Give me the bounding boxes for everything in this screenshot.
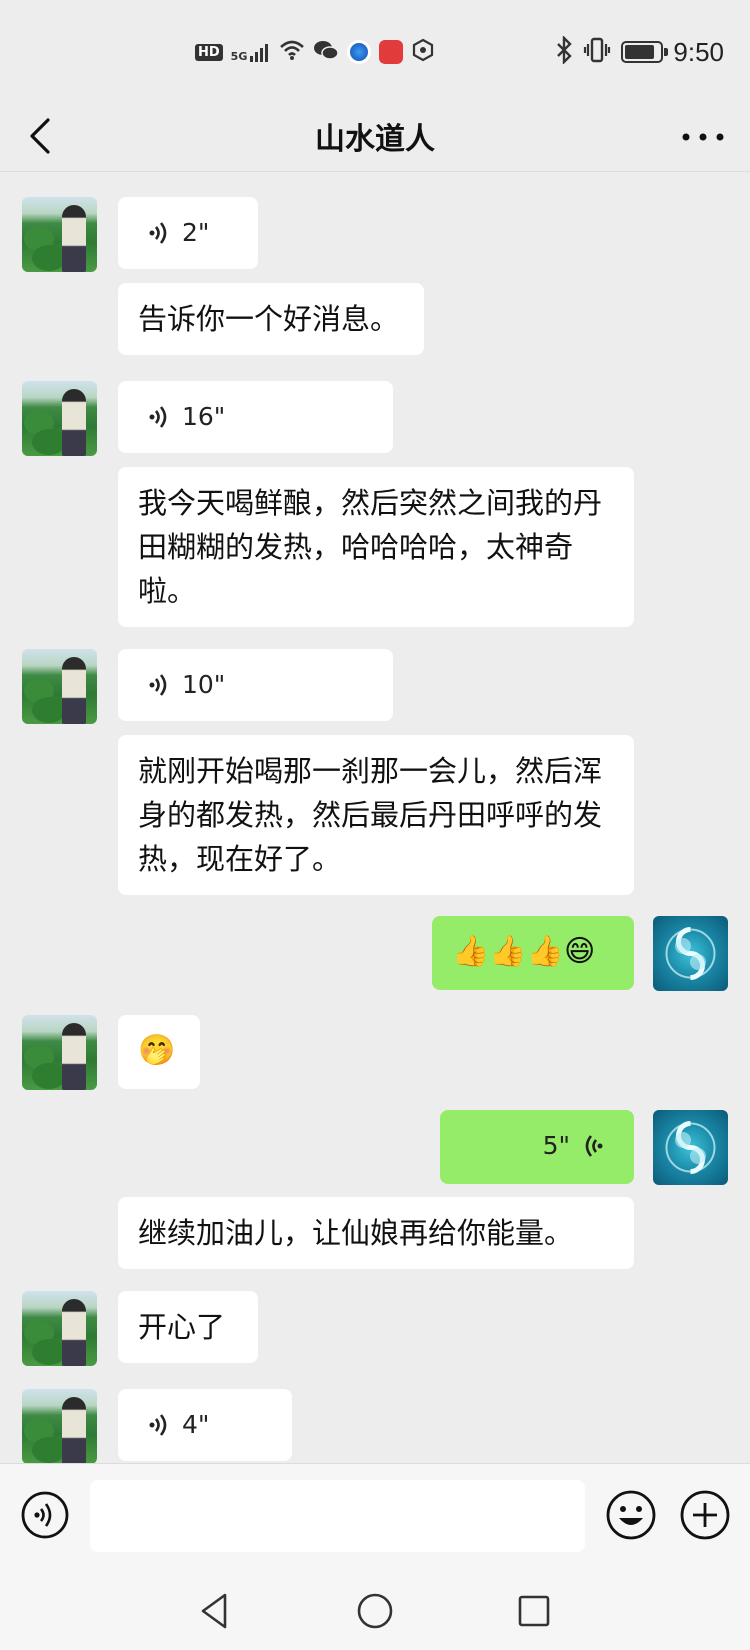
nav-back-button[interactable]: [193, 1589, 237, 1633]
voice-wave-icon: [149, 406, 167, 428]
more-dots-icon: [682, 133, 724, 141]
yin-yang-logo: [665, 1121, 716, 1174]
signal-5g-icon: 5G: [231, 42, 272, 62]
battery-icon: [621, 41, 669, 63]
contact-avatar[interactable]: [22, 381, 97, 456]
browser-app-icon: [347, 40, 372, 64]
shield-app-icon: [411, 38, 435, 66]
text-message[interactable]: 就刚开始喝那一刹那一会儿，然后浑身的都发热，然后最后丹田呼呼的发热，现在好了。: [118, 735, 634, 895]
nav-back-icon: [201, 1593, 227, 1629]
vibrate-icon: [583, 36, 611, 68]
status-bar: HD 5G 9:50: [0, 0, 750, 100]
wifi-icon: [279, 39, 305, 65]
voice-message[interactable]: 10": [118, 649, 393, 721]
voice-message[interactable]: 4": [118, 1389, 292, 1461]
text-message[interactable]: 开心了: [118, 1291, 258, 1363]
voice-message[interactable]: 16": [118, 381, 393, 453]
chat-header: 山水道人: [0, 100, 750, 172]
status-icons-left: HD 5G: [195, 38, 435, 66]
plus-icon: [680, 1490, 730, 1540]
text-message[interactable]: 我今天喝鲜酿，然后突然之间我的丹田糊糊的发热，哈哈哈哈，太神奇啦。: [118, 467, 634, 627]
system-nav-bar: [0, 1573, 750, 1650]
clock-time: 9:50: [673, 36, 724, 67]
contact-avatar[interactable]: [22, 1015, 97, 1090]
voice-wave-icon: [585, 1135, 603, 1157]
bluetooth-icon: [555, 35, 573, 68]
voice-duration: 10": [182, 670, 226, 699]
voice-message[interactable]: 2": [118, 197, 258, 269]
voice-duration: 16": [182, 402, 226, 431]
yin-yang-logo: [665, 927, 716, 980]
nav-recent-icon: [518, 1595, 550, 1627]
more-functions-button[interactable]: [678, 1488, 732, 1542]
emoji-text: 👍👍👍😄: [452, 934, 596, 969]
my-avatar[interactable]: [653, 916, 728, 991]
message-text: 就刚开始喝那一刹那一会儿，然后浑身的都发热，然后最后丹田呼呼的发热，现在好了。: [138, 754, 603, 876]
contact-avatar[interactable]: [22, 649, 97, 724]
wechat-icon: [313, 39, 340, 65]
voice-duration: 5": [542, 1131, 570, 1160]
my-avatar[interactable]: [653, 1110, 728, 1185]
sent-voice-message[interactable]: 5": [440, 1110, 634, 1184]
battery-level: [625, 45, 655, 59]
voice-mode-button[interactable]: [20, 1490, 70, 1540]
voice-duration: 2": [182, 218, 210, 247]
emoji-message[interactable]: 🤭: [118, 1015, 200, 1089]
emoji-button[interactable]: [604, 1488, 658, 1542]
contact-avatar[interactable]: [22, 1291, 97, 1366]
text-message[interactable]: 告诉你一个好消息。: [118, 283, 424, 355]
voice-duration: 4": [182, 1410, 210, 1439]
message-text: 开心了: [138, 1310, 226, 1344]
nav-home-icon: [357, 1593, 393, 1629]
voice-wave-icon: [149, 674, 167, 696]
message-text: 告诉你一个好消息。: [138, 302, 400, 336]
contact-avatar[interactable]: [22, 1389, 97, 1463]
voice-wave-icon: [149, 1414, 167, 1436]
text-message[interactable]: 继续加油儿，让仙娘再给你能量。: [118, 1197, 634, 1269]
nav-home-button[interactable]: [353, 1589, 397, 1633]
reader-app-icon: [379, 40, 404, 64]
page-title: 山水道人: [315, 122, 435, 157]
message-input[interactable]: [90, 1480, 585, 1552]
status-icons-right: 9:50: [555, 35, 724, 68]
sent-emoji-message[interactable]: 👍👍👍😄: [432, 916, 634, 990]
more-button[interactable]: [678, 122, 728, 152]
voice-wave-icon: [149, 222, 167, 244]
voice-mode-icon: [21, 1491, 69, 1539]
message-text: 我今天喝鲜酿，然后突然之间我的丹田糊糊的发热，哈哈哈哈，太神奇啦。: [138, 486, 603, 608]
nav-recent-button[interactable]: [512, 1589, 556, 1633]
emoji-text: 🤭: [138, 1033, 176, 1068]
emoji-icon: [606, 1490, 656, 1540]
contact-avatar[interactable]: [22, 197, 97, 272]
hd-icon: HD: [195, 43, 223, 61]
input-bar: [0, 1463, 750, 1573]
chat-messages[interactable]: 2" 告诉你一个好消息。 16" 我今天喝鲜酿，然后突然之间我的丹田糊糊的发热，…: [0, 173, 750, 1463]
message-text: 继续加油儿，让仙娘再给你能量。: [138, 1216, 574, 1250]
